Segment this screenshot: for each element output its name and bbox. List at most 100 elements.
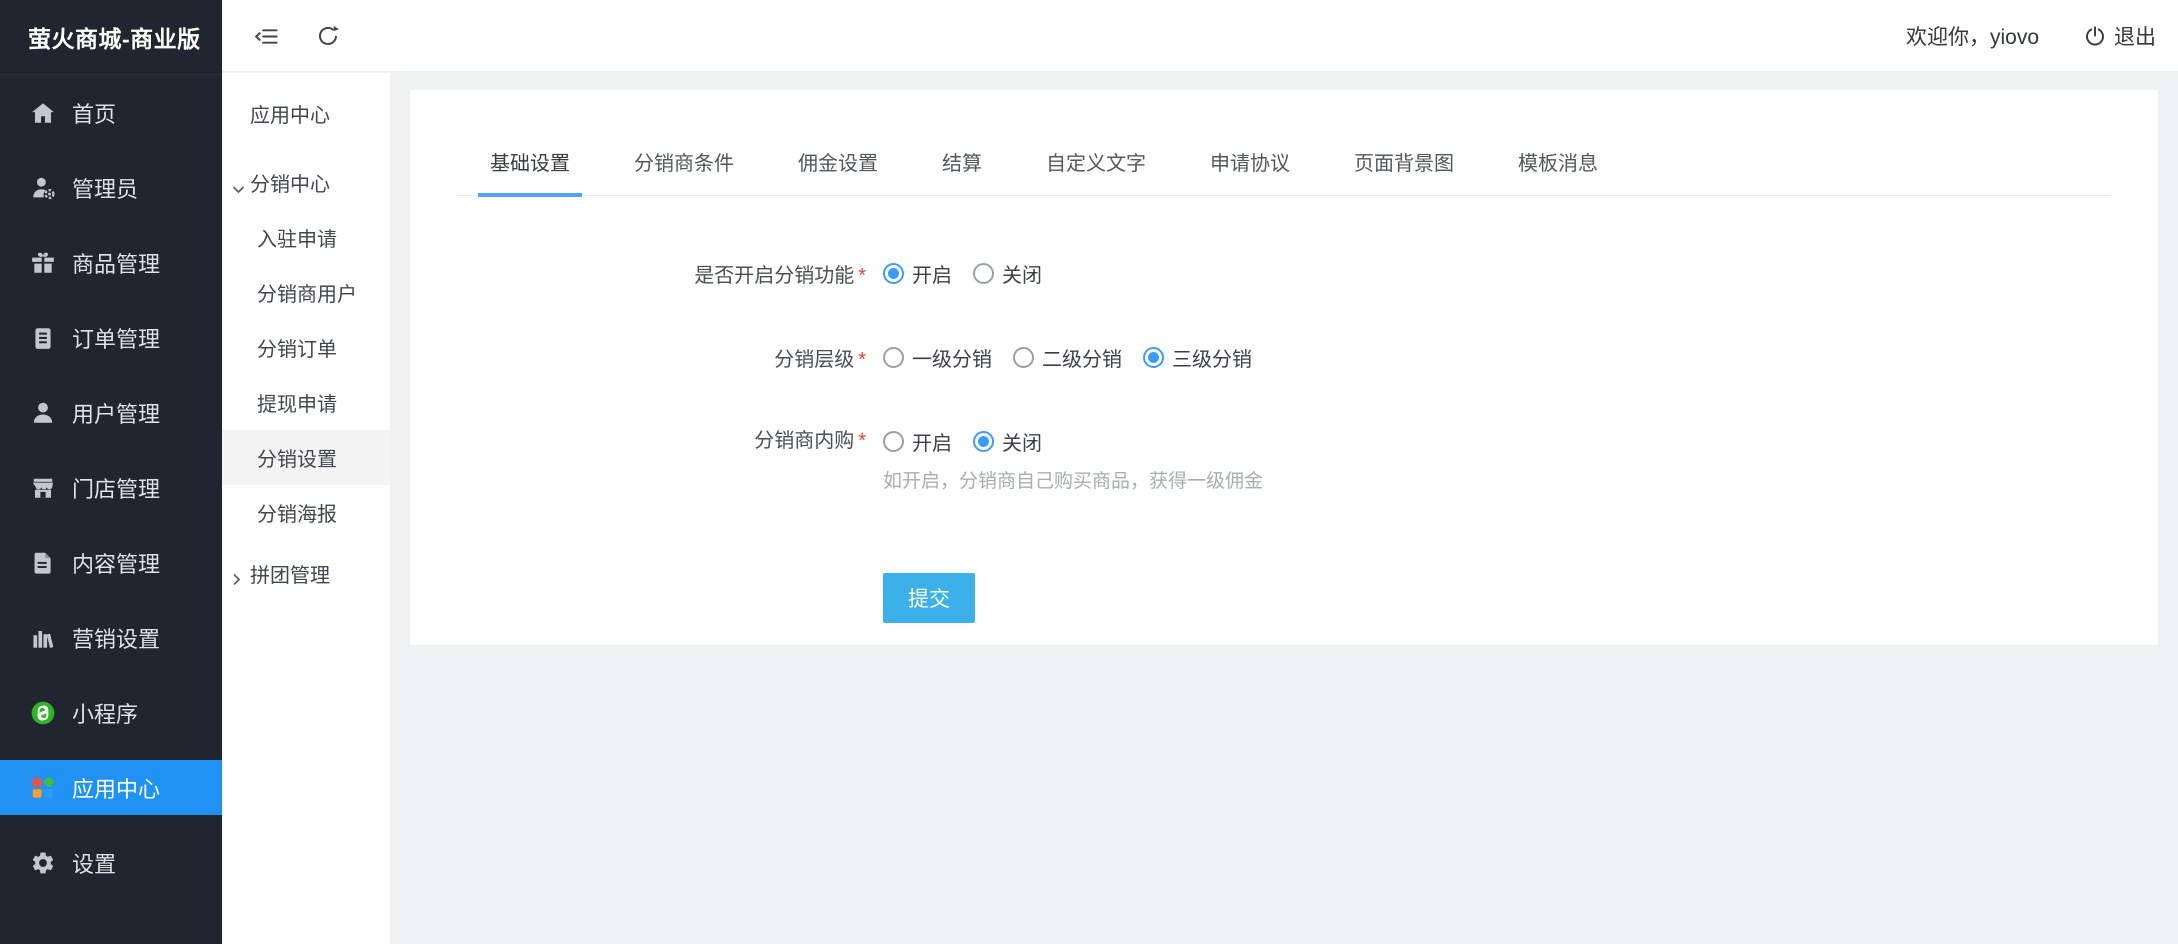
storefront-icon <box>30 475 56 501</box>
sidebar-item-content[interactable]: 内容管理 <box>0 535 222 590</box>
sidebar-item-orders[interactable]: 订单管理 <box>0 310 222 365</box>
sidebar-item-label: 小程序 <box>72 697 138 729</box>
radio-unchecked-icon[interactable] <box>1013 347 1034 368</box>
submenu-item-distribution-poster[interactable]: 分销海报 <box>222 485 390 540</box>
sidebar-item-app-center[interactable]: 应用中心 <box>0 760 222 815</box>
secondary-sidebar: 应用中心 分销中心 入驻申请 分销商用户 分销订单 提现申请 分销设置 分销海报 <box>222 73 390 944</box>
radio-group-internal-purchase: 开启 关闭 <box>883 421 1263 461</box>
sidebar-item-miniprogram[interactable]: 小程序 <box>0 685 222 740</box>
tab-distributor-conditions[interactable]: 分销商条件 <box>622 147 746 195</box>
radio-checked-icon[interactable] <box>883 263 904 284</box>
basic-settings-form: 是否开启分销功能* 开启 关闭 <box>410 196 2158 623</box>
refresh-icon[interactable] <box>314 22 342 50</box>
sidebar-item-label: 管理员 <box>72 172 138 204</box>
sidebar-item-label: 应用中心 <box>72 772 160 804</box>
radio-option-label: 关闭 <box>1002 259 1042 288</box>
submenu-item-label: 应用中心 <box>250 99 330 128</box>
submenu-item-label: 提现申请 <box>257 388 337 417</box>
radio-option-label: 开启 <box>912 427 952 456</box>
submenu-item-label: 分销订单 <box>257 333 337 362</box>
submenu-item-distribution-center[interactable]: 分销中心 <box>222 155 390 210</box>
radio-option-label: 一级分销 <box>912 343 992 372</box>
radio-checked-icon[interactable] <box>973 431 994 452</box>
radio-option-label: 三级分销 <box>1172 343 1252 372</box>
submenu-item-withdrawal-application[interactable]: 提现申请 <box>222 375 390 430</box>
document-icon <box>30 550 56 576</box>
field-label: 是否开启分销功能* <box>410 259 866 288</box>
chevron-down-icon <box>232 178 245 188</box>
sidebar-item-goods[interactable]: 商品管理 <box>0 235 222 290</box>
radio-unchecked-icon[interactable] <box>973 263 994 284</box>
radio-option-level-2[interactable]: 二级分销 <box>1013 343 1122 372</box>
radio-option-on[interactable]: 开启 <box>883 259 952 288</box>
books-icon <box>30 625 56 651</box>
collapse-menu-icon[interactable] <box>252 22 280 50</box>
sidebar-item-users[interactable]: 用户管理 <box>0 385 222 440</box>
radio-unchecked-icon[interactable] <box>883 431 904 452</box>
required-mark: * <box>858 430 866 452</box>
tab-commission-settings[interactable]: 佣金设置 <box>786 147 890 195</box>
submenu-item-label: 分销设置 <box>257 443 337 472</box>
primary-sidebar: 萤火商城-商业版 首页 管理员 商品管理 <box>0 0 222 944</box>
submit-area: 提交 <box>883 573 2158 623</box>
submenu-item-entry-application[interactable]: 入驻申请 <box>222 210 390 265</box>
user-icon <box>30 400 56 426</box>
radio-option-on[interactable]: 开启 <box>883 427 952 456</box>
tab-application-agreement[interactable]: 申请协议 <box>1198 147 1302 195</box>
logout-button[interactable]: 退出 <box>2083 21 2156 51</box>
sidebar-item-label: 用户管理 <box>72 397 160 429</box>
sidebar-item-home[interactable]: 首页 <box>0 85 222 140</box>
form-row-internal-purchase: 分销商内购* 开启 关闭 如开启，分销商自己购买商 <box>410 399 2158 493</box>
submenu-item-group-buying[interactable]: 拼团管理 <box>222 546 390 601</box>
sidebar-item-label: 商品管理 <box>72 247 160 279</box>
radio-checked-icon[interactable] <box>1143 347 1164 368</box>
sidebar-item-label: 首页 <box>72 97 116 129</box>
radio-unchecked-icon[interactable] <box>883 347 904 368</box>
radio-option-off[interactable]: 关闭 <box>973 259 1042 288</box>
submenu-item-label: 拼团管理 <box>250 559 330 588</box>
admin-user-gear-icon <box>30 175 56 201</box>
submenu-item-label: 分销商用户 <box>257 278 357 307</box>
logout-label: 退出 <box>2114 21 2156 51</box>
chevron-right-icon <box>232 569 245 579</box>
tab-page-background[interactable]: 页面背景图 <box>1342 147 1466 195</box>
radio-option-level-3[interactable]: 三级分销 <box>1143 343 1252 372</box>
submenu-item-label: 分销中心 <box>250 168 330 197</box>
sidebar-item-label: 设置 <box>72 847 116 879</box>
primary-nav: 首页 管理员 商品管理 订单管理 <box>0 75 222 890</box>
tab-template-message[interactable]: 模板消息 <box>1506 147 1610 195</box>
field-control: 开启 关闭 如开启，分销商自己购买商品，获得一级佣金 <box>883 421 1263 493</box>
form-row-enable-distribution: 是否开启分销功能* 开启 关闭 <box>410 231 2158 315</box>
radio-group-enable-distribution: 开启 关闭 <box>883 259 1063 288</box>
submenu-item-distributor-users[interactable]: 分销商用户 <box>222 265 390 320</box>
gear-icon <box>30 850 56 876</box>
submit-button[interactable]: 提交 <box>883 573 975 623</box>
tab-custom-text[interactable]: 自定义文字 <box>1034 147 1158 195</box>
settings-card: 基础设置 分销商条件 佣金设置 结算 自定义文字 申请协议 页面背景图 模板消息… <box>410 90 2158 645</box>
field-label: 分销层级* <box>410 343 866 372</box>
sidebar-item-admin[interactable]: 管理员 <box>0 160 222 215</box>
tab-settlement[interactable]: 结算 <box>930 147 994 195</box>
radio-option-level-1[interactable]: 一级分销 <box>883 343 992 372</box>
gift-icon <box>30 250 56 276</box>
clipboard-icon <box>30 325 56 351</box>
submenu-item-app-center[interactable]: 应用中心 <box>222 86 390 141</box>
field-help-text: 如开启，分销商自己购买商品，获得一级佣金 <box>883 466 1263 493</box>
submenu-item-distribution-settings[interactable]: 分销设置 <box>222 430 390 485</box>
sidebar-item-label: 订单管理 <box>72 322 160 354</box>
submenu-item-distribution-orders[interactable]: 分销订单 <box>222 320 390 375</box>
required-mark: * <box>858 349 866 371</box>
apps-grid-icon <box>30 775 56 801</box>
welcome-text: 欢迎你，yiovo <box>1906 21 2039 51</box>
sidebar-item-label: 内容管理 <box>72 547 160 579</box>
radio-option-label: 关闭 <box>1002 427 1042 456</box>
form-row-distribution-levels: 分销层级* 一级分销 二级分销 <box>410 315 2158 399</box>
sidebar-item-settings[interactable]: 设置 <box>0 835 222 890</box>
sidebar-item-stores[interactable]: 门店管理 <box>0 460 222 515</box>
submenu-item-label: 入驻申请 <box>257 223 337 252</box>
sidebar-item-marketing[interactable]: 营销设置 <box>0 610 222 665</box>
sidebar-item-label: 门店管理 <box>72 472 160 504</box>
tab-basic-settings[interactable]: 基础设置 <box>478 147 582 195</box>
radio-option-off[interactable]: 关闭 <box>973 427 1042 456</box>
required-mark: * <box>858 265 866 287</box>
